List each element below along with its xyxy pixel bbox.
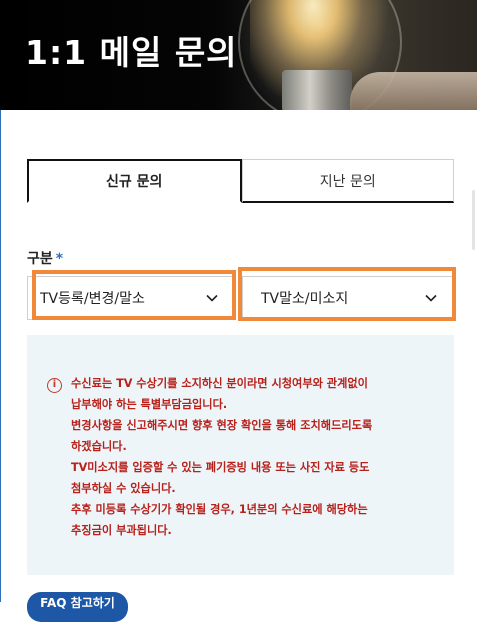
notice-box: i 수신료는 TV 수상기를 소지하신 분이라면 시청여부와 관계없이 납부해야… [27, 335, 454, 575]
category-select-secondary-value: TV말소/미소지 [261, 291, 349, 307]
category-label: 구분 * [27, 248, 63, 268]
faq-button[interactable]: FAQ 참고하기 [27, 592, 128, 622]
page-title: 1:1 메일 문의 [25, 33, 238, 72]
inquiry-tabs: 신규 문의 지난 문의 [27, 159, 454, 203]
required-mark: * [55, 251, 64, 267]
notice-line: 하겠습니다. [71, 440, 127, 453]
category-select-secondary[interactable]: TV말소/미소지 [242, 276, 454, 320]
chevron-down-icon [425, 294, 437, 302]
notice-text: 수신료는 TV 수상기를 소지하신 분이라면 시청여부와 관계없이 납부해야 하… [71, 373, 441, 541]
category-select-primary[interactable]: TV등록/변경/말소 [27, 276, 235, 320]
notice-line: TV미소지를 입증할 수 있는 폐기증빙 내용 또는 사진 자료 등도 [71, 461, 370, 474]
notice-line: 납부해야 하는 특별부담금입니다. [71, 398, 228, 411]
category-select-primary-value: TV등록/변경/말소 [40, 291, 145, 307]
tab-new-inquiry[interactable]: 신규 문의 [27, 159, 242, 203]
chevron-down-icon [206, 294, 218, 302]
category-label-text: 구분 [27, 251, 53, 267]
info-icon: i [47, 378, 62, 393]
scrollbar[interactable] [472, 190, 475, 250]
notice-line: 변경사항을 신고해주시면 향후 현장 확인을 통해 조치해드리도록 [71, 419, 373, 432]
lightbulb-base-image [282, 70, 352, 110]
tab-past-inquiry[interactable]: 지난 문의 [241, 159, 454, 203]
notice-line: 추징금이 부과됩니다. [71, 524, 172, 537]
notice-line: 수신료는 TV 수상기를 소지하신 분이라면 시청여부와 관계없이 [71, 377, 368, 390]
notice-line: 추후 미등록 수상기가 확인될 경우, 1년분의 수신료에 해당하는 [71, 503, 368, 516]
notice-line: 첨부하실 수 있습니다. [71, 482, 176, 495]
header-banner: 1:1 메일 문의 [0, 0, 477, 110]
hand-image [350, 72, 477, 110]
